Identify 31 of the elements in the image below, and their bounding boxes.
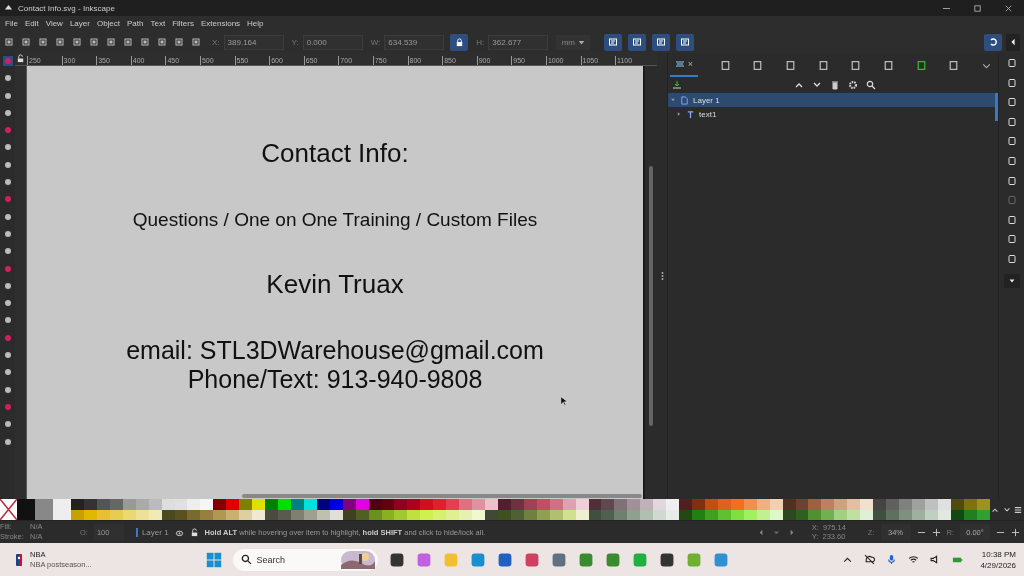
menu-item[interactable]: Object (96, 19, 121, 28)
field-label: X: (212, 37, 220, 47)
canvas-text: Questions / One on One Training / Custom Files (132, 209, 538, 231)
coordinate-field[interactable]: 0.000 (302, 34, 363, 50)
clock-date[interactable]: 4/29/2026 (980, 559, 1016, 571)
layer-row[interactable]: text1 (668, 107, 998, 121)
coordinate-field[interactable]: 634.539 (384, 34, 445, 50)
canvas-text: Phone/Text: 913-940-9808 (187, 365, 483, 394)
menu-item[interactable]: File (5, 19, 18, 28)
unit-dropdown[interactable]: mm (556, 34, 591, 50)
menu-item[interactable]: Path (127, 19, 144, 28)
coordinate-field[interactable]: 389.164 (223, 34, 284, 50)
window-title: Contact Info.svg - Inkscape (18, 3, 115, 13)
menu-item[interactable]: Text (150, 19, 166, 28)
menu-item[interactable]: View (45, 19, 63, 28)
field-label: W: (370, 37, 381, 47)
clock-time[interactable]: 10:38 PM (981, 548, 1016, 560)
menu-item[interactable]: Filters (172, 19, 194, 28)
layers-tab[interactable]: × (670, 53, 698, 77)
layer-row[interactable]: Layer 1 (668, 93, 998, 107)
menu-item[interactable]: Layer (69, 19, 90, 28)
canvas-text: Kevin Truax (266, 269, 404, 300)
current-layer[interactable]: Layer 1 (135, 527, 169, 537)
menu-item[interactable]: Help (247, 19, 264, 28)
menu-item[interactable]: Extensions (200, 19, 241, 28)
search-field[interactable]: Search (232, 548, 378, 571)
canvas-text: email: STL3DWarehouse@gmail.com (126, 336, 544, 365)
canvas-text: Contact Info: (261, 138, 409, 169)
coordinate-field[interactable]: 362.677 (488, 34, 549, 50)
menu-item[interactable]: Edit (24, 19, 39, 28)
field-label: H: (476, 37, 485, 47)
